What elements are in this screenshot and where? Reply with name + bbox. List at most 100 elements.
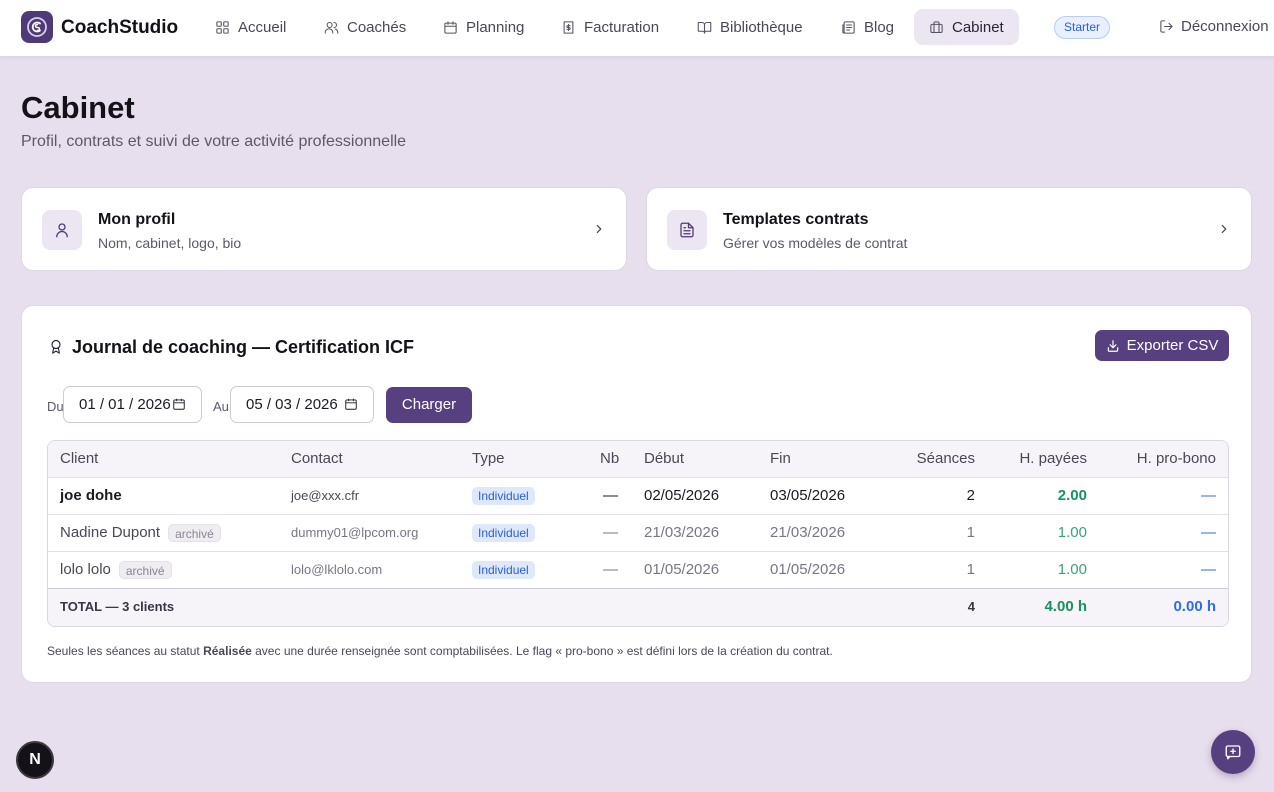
col-paid-hours[interactable]: H. payées [988, 441, 1087, 477]
end-date: 21/03/2026 [770, 524, 846, 541]
from-date-input[interactable]: 01 / 01 / 2026 [63, 386, 202, 423]
dev-tools-badge[interactable]: N [16, 741, 54, 779]
nb-value: — [603, 524, 618, 541]
file-text-icon [680, 222, 694, 238]
export-csv-button[interactable]: Exporter CSV [1095, 330, 1229, 361]
export-label: Exporter CSV [1126, 337, 1219, 354]
calendar-icon [444, 20, 457, 34]
nav-label: Bibliothèque [720, 18, 803, 36]
client-name: joe dohe [60, 487, 122, 504]
archived-badge: archivé [118, 561, 172, 580]
col-probono-hours[interactable]: H. pro-bono [1108, 441, 1216, 477]
client-name: lolo lolo [60, 561, 111, 578]
sessions-count: 1 [966, 561, 975, 578]
nav-label: Facturation [584, 18, 660, 36]
nav-cabinet[interactable]: Cabinet [914, 9, 1019, 45]
type-badge: Individuel [472, 524, 535, 543]
start-date: 01/05/2026 [644, 561, 720, 578]
page-subtitle: Profil, contrats et suivi de votre activ… [21, 133, 407, 150]
brand-name[interactable]: CoachStudio [61, 17, 178, 39]
nb-value: — [603, 487, 618, 504]
book-icon [697, 21, 712, 34]
client-name: Nadine Dupont [60, 524, 161, 541]
probono-hours: — [1201, 561, 1216, 578]
contract-templates-card[interactable]: Templates contrats Gérer vos modèles de … [646, 187, 1252, 271]
page-title: Cabinet [21, 90, 135, 125]
logout-button[interactable]: Déconnexion [1159, 18, 1269, 35]
paid-hours: 1.00 [1057, 524, 1087, 541]
type-badge: Individuel [472, 561, 535, 580]
logo-mark-icon [27, 17, 47, 37]
paid-hours: 1.00 [1057, 561, 1087, 578]
end-date: 01/05/2026 [770, 561, 846, 578]
from-label: Du [47, 399, 64, 414]
col-debut[interactable]: Début [644, 441, 684, 477]
briefcase-icon [930, 20, 943, 33]
calendar-picker-icon[interactable] [344, 397, 358, 411]
award-icon [51, 339, 61, 354]
nav-label: Accueil [238, 18, 287, 36]
paid-hours: 2.00 [1057, 487, 1087, 504]
from-date-value: 01 / 01 / 2026 [79, 396, 171, 413]
archived-badge: archivé [168, 524, 221, 543]
card-title: Mon profil [98, 211, 176, 228]
table-row[interactable]: lolo lolo archivé lolo@lklolo.com Individ… [48, 552, 1228, 589]
to-date-input[interactable]: 05 / 03 / 2026 [230, 386, 374, 423]
sessions-count: 2 [966, 487, 975, 504]
profile-icon-box [42, 210, 82, 250]
to-date-value: 05 / 03 / 2026 [246, 396, 338, 413]
start-date: 21/03/2026 [644, 524, 720, 541]
newspaper-icon [842, 20, 855, 34]
calendar-picker-icon[interactable] [172, 397, 186, 411]
type-badge: Individuel [472, 487, 535, 506]
col-nb[interactable]: Nb [600, 441, 619, 477]
table-total-row: TOTAL — 3 clients 4 4.00 h 0.00 h [48, 589, 1228, 626]
user-icon [56, 223, 68, 238]
probono-hours: — [1201, 487, 1216, 504]
col-client[interactable]: Client [60, 441, 98, 477]
table-row[interactable]: Nadine Dupont archivé dummy01@lpcom.org I… [48, 515, 1228, 552]
coaching-journal-panel: Journal de coaching — Certification ICF … [21, 305, 1252, 683]
card-subtitle: Gérer vos modèles de contrat [723, 235, 908, 251]
coachstudio-logo[interactable] [21, 11, 53, 43]
load-button[interactable]: Charger [386, 387, 472, 423]
client-contact: joe@xxx.cfr [291, 488, 360, 503]
nav-coaches[interactable]: Coachés [309, 9, 421, 45]
col-fin[interactable]: Fin [770, 441, 791, 477]
nav-label: Cabinet [952, 18, 1004, 36]
col-type[interactable]: Type [472, 441, 505, 477]
total-paid-hours: 4.00 h [1044, 598, 1087, 615]
nav-blog[interactable]: Blog [826, 9, 909, 45]
logout-icon [1160, 20, 1173, 33]
message-plus-icon [1225, 745, 1241, 760]
table-row[interactable]: joe dohe joe@xxx.cfr Individuel — 02/05/… [48, 478, 1228, 515]
nav-planning[interactable]: Planning [428, 9, 539, 45]
chat-button[interactable] [1211, 730, 1255, 774]
sessions-count: 1 [966, 524, 975, 541]
total-sessions: 4 [967, 599, 975, 614]
table-header-row: Client Contact Type Nb Début Fin Séances… [48, 441, 1228, 478]
col-contact[interactable]: Contact [291, 441, 343, 477]
plan-badge[interactable]: Starter [1054, 16, 1111, 39]
nav-bibliotheque[interactable]: Bibliothèque [682, 9, 818, 45]
journal-footnote: Seules les séances au statut Réalisée av… [47, 644, 833, 658]
journal-table: Client Contact Type Nb Début Fin Séances… [47, 440, 1229, 627]
nav-label: Planning [466, 18, 525, 36]
nav-facturation[interactable]: Facturation [546, 9, 674, 45]
download-icon [1107, 339, 1118, 352]
nav-accueil[interactable]: Accueil [200, 9, 301, 45]
nav-label: Blog [864, 18, 895, 36]
col-seances[interactable]: Séances [888, 441, 975, 477]
card-title: Templates contrats [723, 211, 869, 228]
users-icon [324, 21, 339, 34]
journal-title: Journal de coaching — Certification ICF [72, 337, 415, 357]
probono-hours: — [1201, 524, 1216, 541]
card-subtitle: Nom, cabinet, logo, bio [98, 235, 242, 251]
client-cell: lolo lolo archivé [60, 552, 172, 588]
invoice-icon [563, 20, 574, 34]
grid-icon [216, 20, 229, 34]
chevron-right-icon [596, 224, 602, 234]
top-navigation-bar: CoachStudio Accueil Coachés Planning Fac… [0, 0, 1274, 57]
profile-card[interactable]: Mon profil Nom, cabinet, logo, bio [21, 187, 627, 271]
client-contact: dummy01@lpcom.org [291, 525, 419, 540]
